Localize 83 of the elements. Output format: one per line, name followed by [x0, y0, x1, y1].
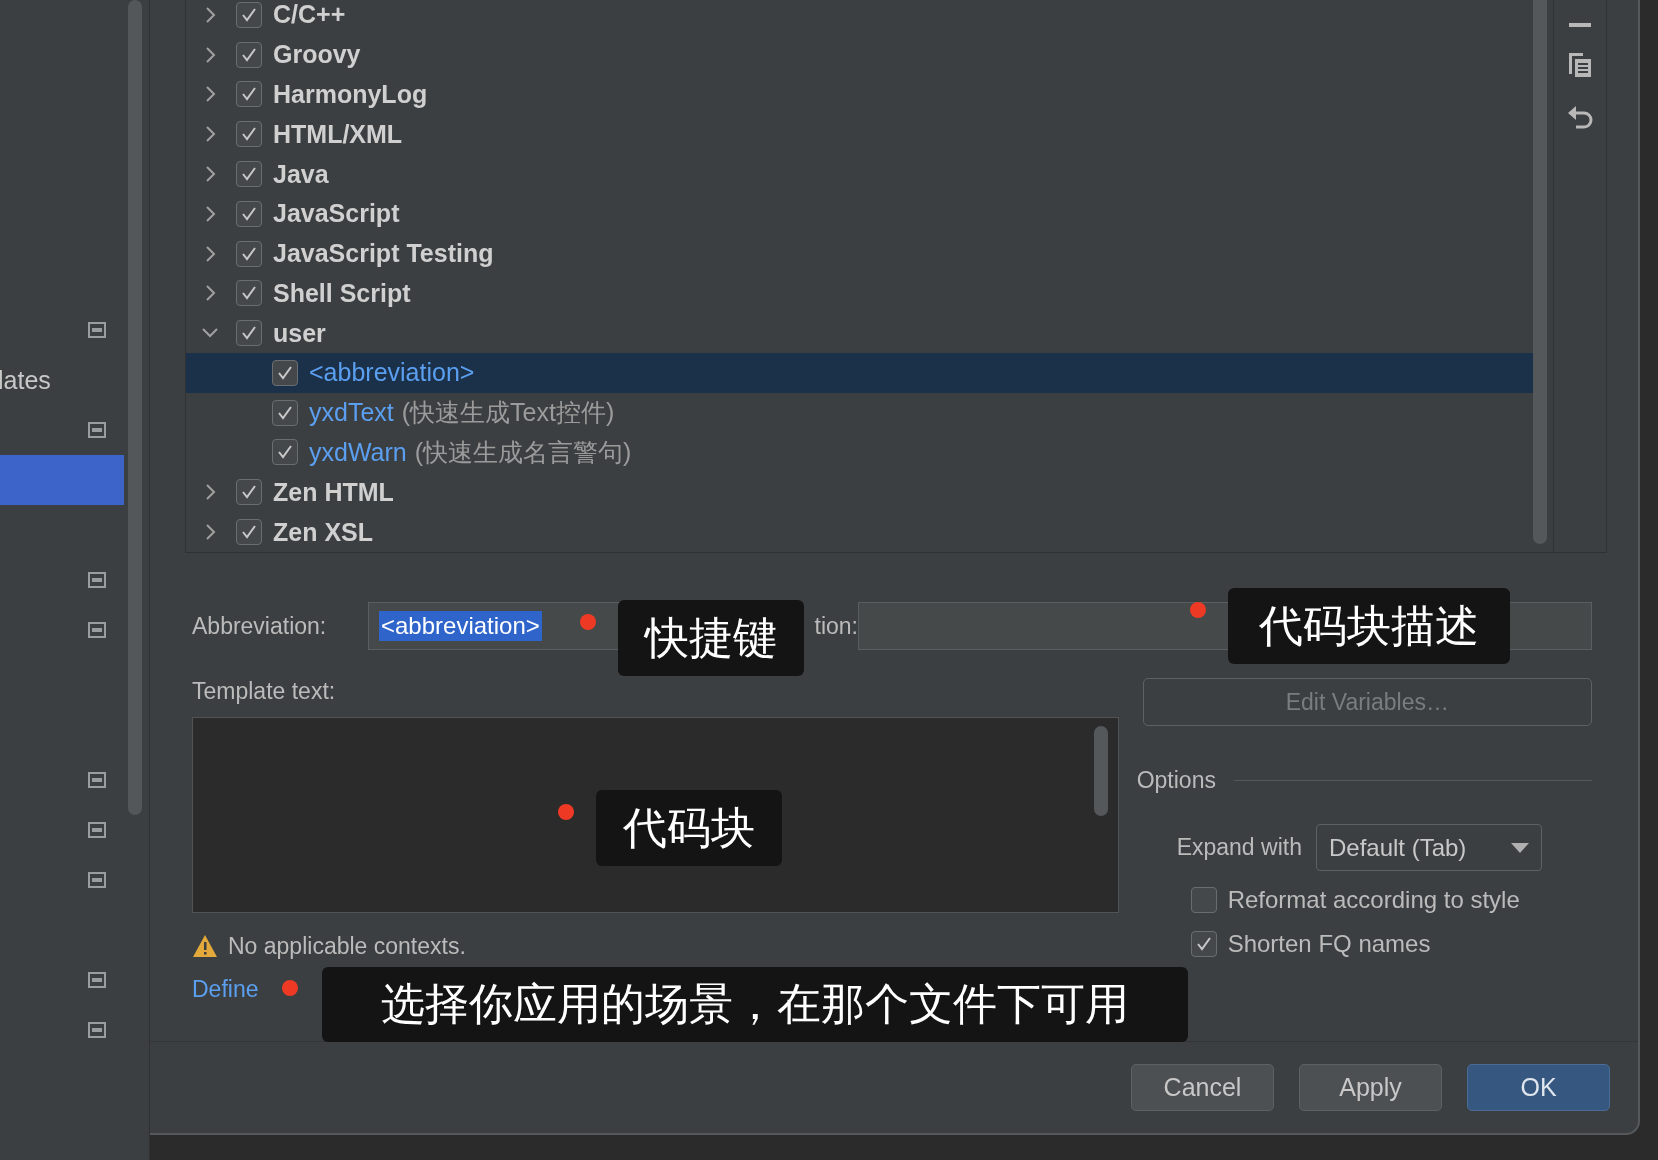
template-group[interactable]: JavaScript Testing — [273, 239, 494, 269]
selected-row[interactable]: <abbreviation> — [186, 353, 1533, 393]
window-icon — [88, 822, 106, 838]
scrollbar[interactable] — [128, 0, 142, 815]
template-group[interactable]: Shell Script — [273, 278, 411, 308]
sidebar-item-label[interactable]: lates — [0, 365, 51, 395]
window-icon — [88, 622, 106, 638]
checkmark-icon — [241, 246, 257, 261]
window-icon — [88, 972, 106, 988]
template-name[interactable]: <abbreviation> — [309, 358, 475, 388]
checkbox[interactable] — [236, 320, 262, 347]
checkbox[interactable] — [1190, 931, 1217, 957]
checkmark-icon — [277, 405, 293, 420]
window-icon — [88, 1022, 106, 1038]
template-text-label: Template text: — [192, 678, 337, 705]
template-text-area[interactable] — [192, 717, 1119, 913]
expand-with-label: Expand with — [1176, 834, 1302, 861]
annotation-tooltip: 代码块描述 — [1228, 588, 1510, 664]
options-heading: Options — [1136, 767, 1216, 794]
checkbox[interactable] — [236, 200, 262, 227]
checkbox[interactable] — [236, 121, 262, 148]
checkmark-icon — [241, 206, 257, 221]
checkbox[interactable] — [236, 519, 262, 546]
checkmark-icon — [241, 7, 257, 22]
checkbox[interactable] — [236, 161, 262, 187]
window-icon — [88, 772, 106, 788]
scrollbar[interactable] — [1093, 726, 1108, 816]
checkbox-label[interactable]: Shorten FQ names — [1227, 930, 1431, 958]
template-group[interactable]: Java — [273, 159, 329, 189]
window-icon — [88, 322, 106, 338]
checkbox[interactable] — [272, 439, 298, 466]
template-group[interactable]: Groovy — [273, 40, 361, 70]
checkbox-label[interactable]: Reformat according to style — [1227, 886, 1520, 914]
copy-icon[interactable] — [1567, 51, 1593, 79]
dialog-button[interactable]: Apply — [1299, 1064, 1442, 1111]
window-icon — [88, 872, 106, 888]
description-label: tion: — [814, 612, 858, 640]
checkbox[interactable] — [236, 479, 262, 506]
template-name[interactable]: yxdText — [309, 398, 394, 428]
annotation-tooltip: 快捷键 — [618, 600, 804, 676]
template-description: (快速生成名言警句) — [414, 437, 632, 468]
template-group[interactable]: Zen HTML — [273, 477, 394, 507]
define-link[interactable]: Define — [192, 976, 259, 1002]
checkmark-icon — [241, 47, 257, 62]
checkmark-icon — [1195, 937, 1212, 951]
checkmark-icon — [277, 365, 293, 380]
checkbox[interactable] — [236, 280, 262, 307]
checkbox[interactable] — [236, 240, 262, 267]
caret-icon — [1510, 842, 1529, 853]
checkmark-icon — [241, 286, 257, 301]
checkmark-icon — [241, 127, 257, 142]
template-group[interactable]: Zen XSL — [273, 517, 373, 547]
abbreviation-label: Abbreviation: — [192, 612, 328, 640]
undo-icon[interactable] — [1566, 103, 1594, 131]
checkmark-icon — [241, 485, 257, 500]
warning-icon — [192, 934, 218, 958]
checkbox[interactable] — [236, 1, 262, 28]
checkbox[interactable] — [236, 41, 262, 68]
checkmark-icon — [241, 167, 257, 181]
expand-with-dropdown[interactable]: Default (Tab) — [1315, 824, 1542, 871]
checkbox[interactable] — [236, 81, 262, 108]
window-icon — [88, 572, 106, 588]
scrollbar[interactable] — [1533, 0, 1547, 544]
checkmark-icon — [241, 87, 257, 102]
dialog-button[interactable]: Cancel — [1131, 1064, 1274, 1111]
window-icon — [88, 422, 106, 438]
template-group[interactable]: C/C++ — [273, 0, 346, 30]
checkbox[interactable] — [1190, 887, 1217, 913]
checkmark-icon — [241, 326, 257, 341]
template-name[interactable]: yxdWarn — [309, 438, 407, 467]
template-description: (快速生成Text控件) — [401, 397, 615, 429]
ok-button[interactable]: OK — [1467, 1064, 1610, 1111]
template-group[interactable]: JavaScript — [273, 199, 400, 229]
checkmark-icon — [277, 445, 293, 460]
template-group[interactable]: user — [273, 318, 326, 348]
checkbox[interactable] — [272, 359, 298, 386]
annotation-tooltip: 选择你应用的场景，在那个文件下可用 — [322, 967, 1188, 1042]
template-group[interactable]: HarmonyLog — [273, 79, 428, 109]
annotation-tooltip: 代码块 — [596, 790, 782, 866]
template-group[interactable]: HTML/XML — [273, 119, 403, 149]
checkmark-icon — [241, 525, 257, 540]
checkbox[interactable] — [272, 399, 298, 426]
warning-text: No applicable contexts. — [228, 932, 466, 960]
